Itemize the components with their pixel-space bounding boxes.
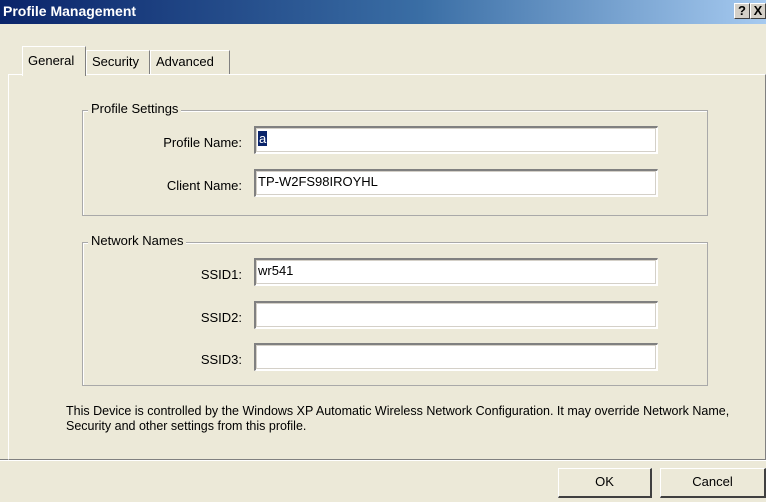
window-title: Profile Management [3,3,137,19]
help-button[interactable]: ? [734,3,750,19]
tab-advanced[interactable]: Advanced [150,50,230,74]
title-bar[interactable]: Profile Management ? X [0,0,766,24]
close-button[interactable]: X [750,3,766,19]
tab-security[interactable]: Security [86,50,150,74]
tab-panel [8,74,766,460]
ok-button[interactable]: OK [558,468,652,498]
cancel-button[interactable]: Cancel [660,468,766,498]
tab-general[interactable]: General [22,46,86,76]
